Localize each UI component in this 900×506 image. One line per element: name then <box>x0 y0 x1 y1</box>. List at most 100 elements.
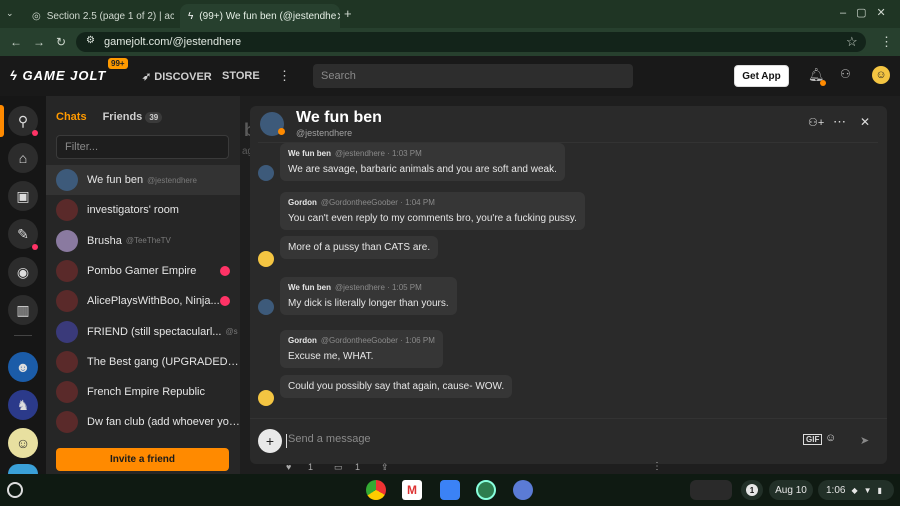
launcher-icon[interactable] <box>7 482 23 498</box>
status-tray[interactable]: 1:06 ◆ ▼ ▮ <box>818 480 894 500</box>
chat-name: AlicePlaysWithBoo, Ninja... <box>87 295 220 308</box>
chat-message[interactable]: Gordon @GordontheeGoober · 1:06 PM Excuse … <box>280 330 443 368</box>
chat-message[interactable]: Could you possibly say that again, cause… <box>280 375 513 398</box>
gamejolt-favicon-icon: ϟ <box>188 10 194 22</box>
chat-name: investigators' room <box>87 204 179 217</box>
url-text: gamejolt.com/@jestendhere <box>104 36 242 48</box>
nav-discover[interactable]: ➶ DISCOVER <box>142 70 212 83</box>
site-info-icon[interactable]: ⚙ <box>86 35 95 46</box>
chat-title[interactable]: We fun ben <box>296 109 382 127</box>
forward-icon[interactable]: → <box>33 35 45 49</box>
chat-message[interactable]: More of a pussy than CATS are. <box>280 236 439 259</box>
chat-username[interactable]: @jestendhere <box>296 128 352 138</box>
message-author[interactable]: Gordon <box>288 198 317 207</box>
back-icon[interactable]: ← <box>10 35 22 49</box>
send-icon[interactable]: ➤ <box>860 434 869 447</box>
library-rail-icon[interactable]: ▥ <box>8 295 38 325</box>
composer-divider <box>250 418 887 419</box>
chat-message[interactable]: We fun ben @jestendhere · 1:05 PM My dick … <box>280 277 457 315</box>
site-search-input[interactable]: Search <box>313 64 633 88</box>
message-text: Excuse me, WHAT. <box>288 351 374 362</box>
message-author[interactable]: We fun ben <box>288 283 331 292</box>
chat-list-item[interactable]: Dw fan club (add whoever you... <box>46 407 240 437</box>
post-options-icon[interactable]: ⋮ <box>652 461 662 472</box>
active-rail-indicator <box>0 105 4 137</box>
browser-tab-label: Section 2.5 (page 1 of 2) | ace <box>46 10 174 22</box>
chat-list-item[interactable]: Pombo Gamer Empire <box>46 256 240 286</box>
unread-indicator <box>220 265 230 276</box>
chat-list-item[interactable]: We fun ben @jestendhere <box>46 165 240 195</box>
browser-menu-icon[interactable]: ⋮ <box>880 34 893 50</box>
message-text: Could you possibly say that again, cause… <box>288 381 505 392</box>
chat-avatar <box>56 411 78 434</box>
message-author[interactable]: Gordon <box>288 336 317 345</box>
gmail-app-icon[interactable]: M <box>402 480 422 500</box>
chrome-app-icon[interactable] <box>366 480 386 500</box>
close-icon[interactable]: ✕ <box>336 10 340 23</box>
get-app-button[interactable]: Get App <box>734 65 789 87</box>
window-controls[interactable]: –▢✕ <box>840 6 896 19</box>
backpack-rail-icon[interactable]: ▣ <box>8 181 38 211</box>
chat-options-icon[interactable]: ⋯ <box>833 114 846 130</box>
reload-icon[interactable]: ↻ <box>56 35 66 49</box>
tab-friends[interactable]: Friends 39 <box>103 111 163 123</box>
new-tab-button[interactable]: + <box>344 6 352 21</box>
share-icon[interactable]: ⇪ <box>381 462 389 473</box>
chat-avatar <box>56 229 78 252</box>
community-rail-icon[interactable]: ☺ <box>8 428 38 458</box>
more-menu-icon[interactable]: ⋮ <box>278 68 291 84</box>
invite-friend-button[interactable]: Invite a friend <box>56 448 229 471</box>
address-bar[interactable]: ⚙ gamejolt.com/@jestendhere <box>76 32 866 52</box>
gif-button[interactable]: GIF <box>803 434 823 445</box>
comment-icon[interactable]: ▭ <box>334 462 343 473</box>
attach-plus-button[interactable]: + <box>258 429 282 453</box>
logo-bolt-icon: ϟ <box>10 68 23 83</box>
community-rail-icon[interactable]: ☻ <box>8 352 38 382</box>
community-rail-icon[interactable] <box>8 464 38 474</box>
add-member-icon[interactable]: ⚇+ <box>808 116 824 129</box>
settings-app-icon[interactable] <box>513 480 533 500</box>
browser-tab-1[interactable]: ◎ Section 2.5 (page 1 of 2) | ace ✕ <box>24 4 174 28</box>
browser-tab-2[interactable]: ϟ (99+) We fun ben (@jestendhe ✕ <box>180 4 340 28</box>
gamejolt-logo[interactable]: ϟ GAME JOLT <box>10 68 106 83</box>
message-avatar[interactable] <box>258 251 274 267</box>
chat-list-item[interactable]: investigators' room <box>46 195 240 225</box>
chat-message[interactable]: Gordon @GordontheeGoober · 1:04 PM You can… <box>280 192 585 230</box>
chat-list-item[interactable]: The Best gang (UPGRADED) ... <box>46 347 240 377</box>
chat-list-item[interactable]: FRIEND (still spectacularl... @s <box>46 317 240 347</box>
chat-list-item[interactable]: AlicePlaysWithBoo, Ninja... <box>46 286 240 316</box>
globe-icon: ◎ <box>32 10 41 22</box>
store-rail-icon[interactable]: ⌂ <box>8 143 38 173</box>
realms-rail-icon[interactable]: ◉ <box>8 257 38 287</box>
chat-message[interactable]: We fun ben @jestendhere · 1:03 PM We are s… <box>280 143 565 181</box>
message-avatar[interactable] <box>258 299 274 315</box>
sticker-icon[interactable]: ☺ <box>825 432 836 444</box>
like-icon[interactable]: ♥ <box>286 462 291 472</box>
message-handle: @jestendhere <box>334 283 385 292</box>
tab-friends-label: Friends <box>102 111 143 123</box>
friends-count-badge: 39 <box>145 112 163 123</box>
chat-list-item[interactable]: Brusha @TeeTheTV <box>46 226 240 256</box>
nav-store[interactable]: STORE <box>222 70 260 82</box>
message-meta: We fun ben @jestendhere · 1:05 PM <box>288 283 449 292</box>
tray-preview[interactable] <box>690 480 732 500</box>
message-input[interactable]: Send a message <box>288 433 371 445</box>
notification-tray[interactable]: 1 <box>741 480 763 500</box>
tab-search-icon[interactable]: ⌄ <box>6 8 14 19</box>
close-chat-icon[interactable]: ✕ <box>860 115 870 129</box>
date-tray[interactable]: Aug 10 <box>769 480 813 500</box>
message-avatar[interactable] <box>258 165 274 181</box>
rail-unread-dot <box>32 130 38 136</box>
chat-filter-input[interactable]: Filter... <box>56 135 229 159</box>
files-app-icon[interactable] <box>440 480 460 500</box>
bookmark-star-icon[interactable]: ☆ <box>846 34 858 50</box>
chat-list-item[interactable]: French Empire Republic <box>46 377 240 407</box>
friends-icon[interactable]: ⚇ <box>840 67 851 81</box>
messenger-app-icon[interactable] <box>476 480 496 500</box>
message-meta: Gordon @GordontheeGoober · 1:04 PM <box>288 198 577 207</box>
message-avatar[interactable] <box>258 390 274 406</box>
tab-chats[interactable]: Chats <box>56 111 87 123</box>
message-author[interactable]: We fun ben <box>288 149 331 158</box>
community-rail-icon[interactable]: ♞ <box>8 390 38 420</box>
user-avatar[interactable]: ☺ <box>872 66 890 84</box>
